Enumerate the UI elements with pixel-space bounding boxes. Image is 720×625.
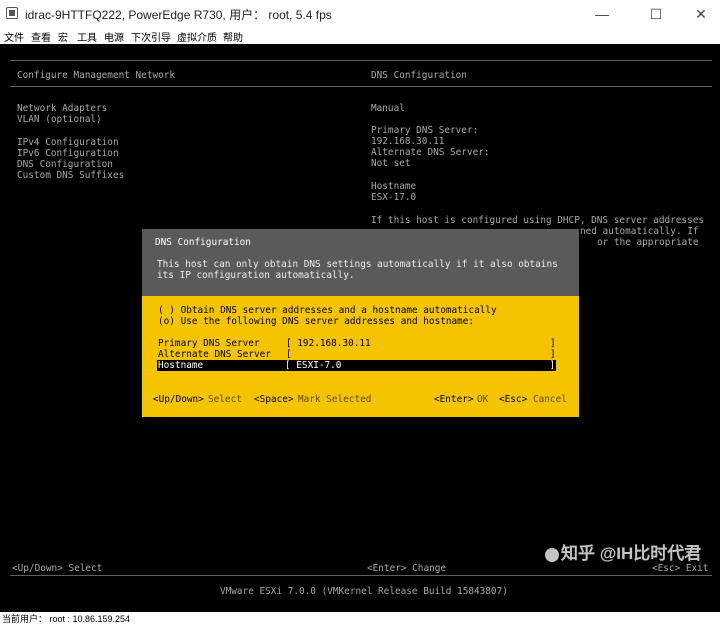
menu-macro[interactable]: 宏 [58, 29, 68, 44]
radio-use-following[interactable]: (o) Use the following DNS server address… [158, 316, 474, 327]
primary-dns-value: 192.168.30.11 [371, 136, 445, 147]
watermark: 知乎 @IH比时代君 [545, 539, 701, 564]
menu-network-adapters[interactable]: Network Adapters [17, 103, 107, 114]
current-user-status: 当前用户： root : 10.86.159.254 [2, 614, 131, 624]
hostname-field[interactable]: [ ESXI-7.0 [285, 360, 341, 371]
help-text-line3: or the appropriate [597, 237, 699, 248]
console-top-divider [10, 60, 712, 61]
watermark-text: 知乎 @IH比时代君 [561, 544, 702, 563]
menu-custom-dns-suffixes[interactable]: Custom DNS Suffixes [17, 170, 124, 181]
primary-dns-label: Primary DNS Server: [371, 125, 479, 136]
status-bar: 当前用户： root : 10.86.159.254 [0, 612, 720, 625]
console-left-header: Configure Management Network [17, 70, 176, 81]
menu-tools[interactable]: 工具 [77, 29, 97, 44]
alternate-dns-field-label: Alternate DNS Server [158, 349, 271, 360]
hostname-field-label: Hostname [158, 360, 204, 371]
menu-vlan[interactable]: VLAN (optional) [17, 114, 102, 125]
maximize-icon[interactable]: ☐ [641, 4, 671, 24]
menu-view[interactable]: 查看 [31, 29, 51, 44]
menu-ipv6-configuration[interactable]: IPv6 Configuration [17, 148, 119, 159]
dns-dialog-title: DNS Configuration [155, 237, 251, 248]
console-header-divider [10, 86, 712, 87]
window-titlebar: idrac-9HTTFQ222, PowerEdge R730, 用户： roo… [0, 0, 720, 28]
footer-select-hint: <Up/Down> Select [12, 563, 103, 574]
close-icon[interactable]: ✕ [686, 4, 716, 24]
key-space-hint: <Space> [254, 394, 294, 405]
help-text-line1: If this host is configured using DHCP, D… [371, 215, 705, 226]
hostname-field-row[interactable]: Hostname [ ESXI-7.0 ] [157, 360, 556, 371]
menu-ipv4-configuration[interactable]: IPv4 Configuration [17, 137, 119, 148]
menu-dns-configuration[interactable]: DNS Configuration [17, 159, 113, 170]
console-right-header: DNS Configuration [371, 70, 467, 81]
mark-selected-action: Mark Selected [298, 394, 372, 405]
dns-dialog-description: This host can only obtain DNS settings a… [157, 259, 558, 281]
radio-obtain-automatically[interactable]: ( ) Obtain DNS server addresses and a ho… [158, 305, 497, 316]
alternate-dns-field-end: ] [550, 349, 556, 360]
footer-change-hint: <Enter> Change [367, 563, 447, 574]
hostname-field-end: ] [549, 360, 555, 371]
footer-exit-hint: <Esc> Exit [652, 563, 709, 574]
zhihu-logo-icon [545, 547, 559, 562]
ok-action[interactable]: OK [477, 394, 488, 405]
console-footer-divider [10, 575, 712, 576]
app-icon [6, 7, 18, 19]
dialog-desc-line2: its IP configuration automatically. [157, 270, 355, 281]
minimize-icon[interactable]: — [587, 4, 617, 24]
menu-virtual-media[interactable]: 虚拟介质 [177, 29, 217, 44]
menu-help[interactable]: 帮助 [223, 29, 243, 44]
esxi-build-info: VMware ESXi 7.0.0 (VMKernel Release Buil… [220, 586, 508, 597]
select-action: Select [208, 394, 242, 405]
menu-next-boot[interactable]: 下次引导 [131, 29, 171, 44]
alternate-dns-value: Not set [371, 158, 411, 169]
alternate-dns-label: Alternate DNS Server: [371, 147, 490, 158]
help-text-line2: ned automatically. If [580, 226, 699, 237]
primary-dns-field-end: ] [550, 338, 556, 349]
key-esc-hint: <Esc> [499, 394, 528, 405]
primary-dns-field[interactable]: [ 192.168.30.11 [286, 338, 371, 349]
key-enter-hint: <Enter> [434, 394, 474, 405]
dns-mode: Manual [371, 103, 405, 114]
hostname-label: Hostname [371, 181, 417, 192]
dialog-desc-line1: This host can only obtain DNS settings a… [157, 259, 558, 270]
window-title: idrac-9HTTFQ222, PowerEdge R730, 用户： roo… [25, 8, 332, 22]
cancel-action[interactable]: Cancel [533, 394, 567, 405]
menu-file[interactable]: 文件 [4, 29, 24, 44]
dns-dialog-header: DNS Configuration This host can only obt… [142, 229, 579, 296]
primary-dns-field-label: Primary DNS Server [158, 338, 260, 349]
menu-power[interactable]: 电源 [104, 29, 124, 44]
menu-bar: 文件 查看 宏 工具 电源 下次引导 虚拟介质 帮助 [0, 28, 720, 44]
remote-console[interactable]: Configure Management Network DNS Configu… [0, 44, 720, 612]
hostname-value: ESX-17.0 [371, 192, 417, 203]
alternate-dns-field[interactable]: [ [286, 349, 292, 360]
key-updown-hint: <Up/Down> [153, 394, 204, 405]
